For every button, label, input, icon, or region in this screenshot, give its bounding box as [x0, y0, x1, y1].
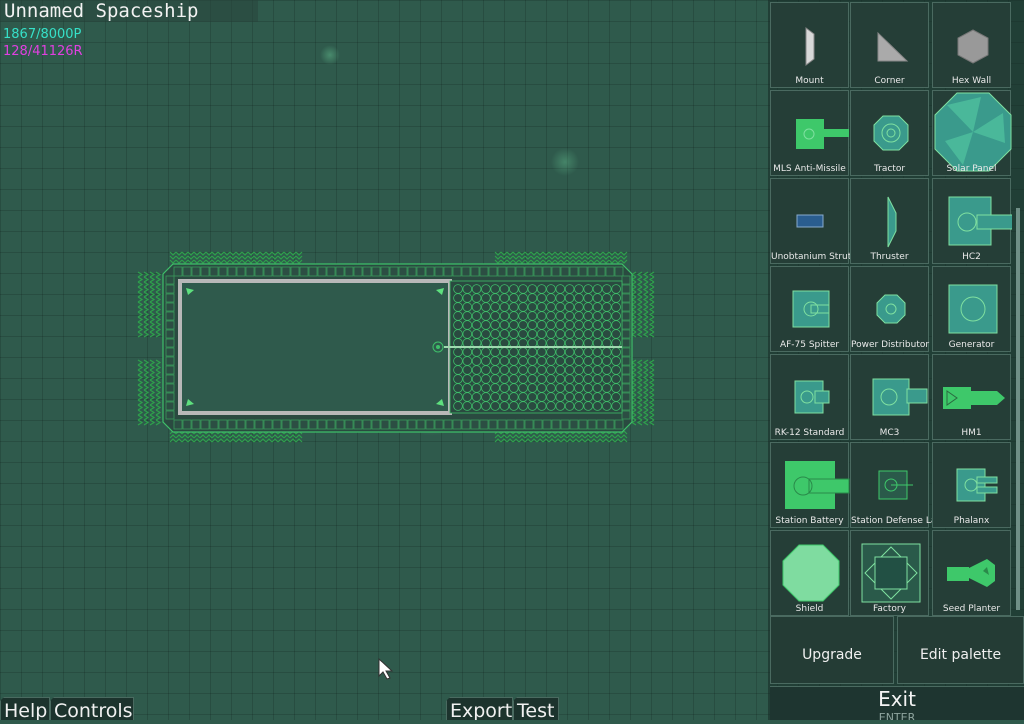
palette-item-solar-panel[interactable]: Solar Panel — [932, 90, 1012, 176]
palette-item-label: AF-75 Spitter — [779, 340, 840, 350]
palette-item-label: Shield — [795, 604, 824, 614]
palette-item-label: Tractor — [873, 164, 906, 174]
exit-key-hint: ENTER — [878, 711, 916, 724]
power-counter: 1867/8000P — [3, 27, 82, 42]
upgrade-button[interactable]: Upgrade — [770, 616, 894, 684]
part-palette: Mount Corner Hex Wall MLS Anti-Missile Tract… — [768, 0, 1024, 720]
palette-item-phalanx[interactable]: Phalanx — [932, 442, 1011, 528]
palette-item-station-defense-laser[interactable]: Station Defense Laser — [850, 442, 951, 528]
palette-item-label: Unobtanium Strut — [771, 252, 852, 262]
controls-button[interactable]: Controls — [50, 697, 134, 720]
test-button[interactable]: Test — [513, 697, 559, 720]
palette-item-label: Power Distributor — [851, 340, 930, 350]
palette-item-mls-anti-missile[interactable]: MLS Anti-Missile — [770, 90, 849, 176]
palette-item-hm1[interactable]: HM1 — [932, 354, 1011, 440]
export-button[interactable]: Export — [446, 697, 513, 720]
palette-item-tractor[interactable]: Tractor — [850, 90, 929, 176]
edit-palette-button[interactable]: Edit palette — [897, 616, 1024, 684]
palette-item-label: Seed Planter — [942, 604, 1001, 614]
palette-item-rk-12-standard[interactable]: RK-12 Standard — [770, 354, 849, 440]
palette-item-label: Phalanx — [953, 516, 990, 526]
exit-button[interactable]: Exit ENTER — [770, 686, 1024, 720]
palette-item-label: MLS Anti-Missile — [773, 164, 846, 174]
mouse-cursor-icon — [378, 658, 394, 680]
palette-item-generator[interactable]: Generator — [932, 266, 1011, 352]
palette-item-factory[interactable]: Factory — [850, 530, 929, 616]
resource-counter: 128/41126R — [3, 44, 83, 59]
palette-item-label: Factory — [873, 604, 906, 614]
palette-item-unobtanium-strut[interactable]: Unobtanium Strut — [770, 178, 852, 264]
palette-item-label: RK-12 Standard — [774, 428, 845, 438]
palette-item-label: Generator — [948, 340, 995, 350]
palette-item-power-distributor[interactable]: Power Distributor — [850, 266, 929, 352]
palette-item-station-battery[interactable]: Station Battery — [770, 442, 850, 528]
palette-item-thruster[interactable]: Thruster — [850, 178, 929, 264]
exit-label: Exit — [878, 687, 916, 711]
palette-item-label: HM1 — [961, 428, 982, 438]
palette-item-label: Station Defense Laser — [851, 516, 951, 526]
palette-item-label: Thruster — [870, 252, 909, 262]
palette-item-label: HC2 — [962, 252, 981, 262]
palette-item-hex-wall[interactable]: Hex Wall — [932, 2, 1011, 88]
palette-item-label: Solar Panel — [946, 164, 997, 174]
palette-item-label: Station Battery — [775, 516, 844, 526]
ship-hull — [162, 263, 633, 433]
palette-item-shield[interactable]: Shield — [770, 530, 849, 616]
palette-item-af-75-spitter[interactable]: AF-75 Spitter — [770, 266, 849, 352]
spaceship-blueprint[interactable] — [0, 0, 768, 720]
palette-scrollbar[interactable] — [1016, 208, 1020, 610]
palette-item-mount[interactable]: Mount — [770, 2, 849, 88]
palette-item-seed-planter[interactable]: Seed Planter — [932, 530, 1011, 616]
help-button[interactable]: Help — [0, 697, 50, 720]
palette-item-label: Mount — [795, 76, 824, 86]
palette-item-label: MC3 — [879, 428, 900, 438]
ship-name[interactable]: Unnamed Spaceship — [0, 0, 258, 22]
palette-item-corner[interactable]: Corner — [850, 2, 929, 88]
palette-item-hc2[interactable]: HC2 — [932, 178, 1012, 264]
palette-item-label: Hex Wall — [951, 76, 992, 86]
palette-item-label: Corner — [874, 76, 905, 86]
palette-item-mc3[interactable]: MC3 — [850, 354, 929, 440]
